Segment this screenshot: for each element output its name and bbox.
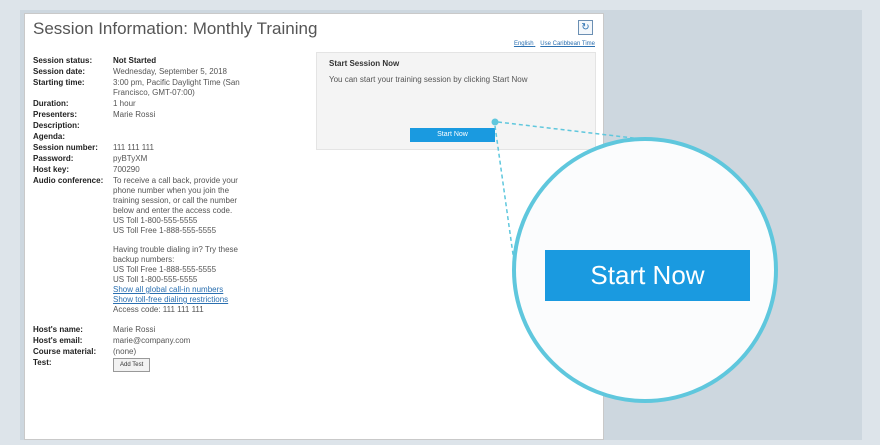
start-now-button-zoomed[interactable]: Start Now xyxy=(545,250,750,301)
callout-anchor-dot xyxy=(491,118,499,126)
